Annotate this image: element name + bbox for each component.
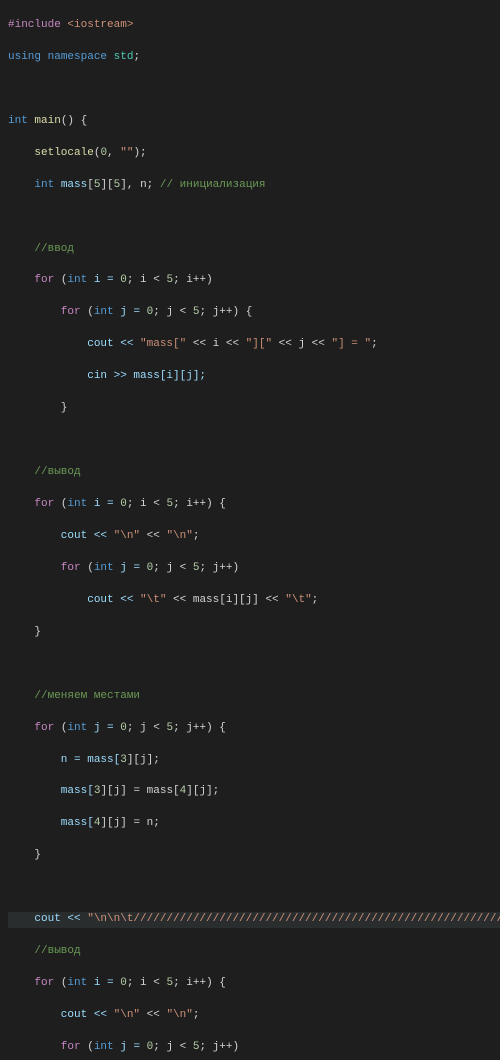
code-line[interactable]: using namespace std; <box>8 50 500 66</box>
code-line[interactable] <box>8 657 500 673</box>
code-line[interactable]: n = mass[3][j]; <box>8 753 500 769</box>
header-path: <iostream> <box>61 19 134 31</box>
code-line[interactable]: } <box>8 848 500 864</box>
code-line[interactable]: cout << "\t" << mass[i][j] << "\t"; <box>8 593 500 609</box>
code-line[interactable]: for (int i = 0; i < 5; i++) <box>8 273 500 289</box>
code-line[interactable] <box>8 82 500 98</box>
code-line[interactable]: for (int j = 0; j < 5; j++) { <box>8 721 500 737</box>
code-editor[interactable]: #include <iostream> using namespace std;… <box>0 0 500 1060</box>
code-line[interactable]: cin >> mass[i][j]; <box>8 369 500 385</box>
code-line[interactable]: int mass[5][5], n; // инициализация <box>8 178 500 194</box>
comment-swap: //меняем местами <box>8 690 140 702</box>
code-line[interactable]: //вывод <box>8 465 500 481</box>
comment-output: //вывод <box>8 466 81 478</box>
code-line[interactable]: } <box>8 401 500 417</box>
code-line[interactable]: cout << "\n" << "\n"; <box>8 1008 500 1024</box>
code-line[interactable]: for (int i = 0; i < 5; i++) { <box>8 976 500 992</box>
code-line[interactable]: //ввод <box>8 242 500 258</box>
code-line[interactable]: //меняем местами <box>8 689 500 705</box>
code-line[interactable]: mass[4][j] = n; <box>8 816 500 832</box>
code-line[interactable]: int main() { <box>8 114 500 130</box>
code-line[interactable]: } <box>8 625 500 641</box>
comment-input: //ввод <box>8 243 74 255</box>
code-line[interactable]: for (int i = 0; i < 5; i++) { <box>8 497 500 513</box>
code-line[interactable]: for (int j = 0; j < 5; j++) <box>8 561 500 577</box>
comment-output2: //вывод <box>8 945 81 957</box>
code-line[interactable]: setlocale(0, ""); <box>8 146 500 162</box>
code-line[interactable] <box>8 433 500 449</box>
code-line[interactable]: cout << "\n" << "\n"; <box>8 529 500 545</box>
code-line[interactable]: cout << "mass[" << i << "][" << j << "] … <box>8 337 500 353</box>
code-line[interactable] <box>8 210 500 226</box>
code-line[interactable]: #include <iostream> <box>8 18 500 34</box>
code-line[interactable]: mass[3][j] = mass[4][j]; <box>8 784 500 800</box>
code-line[interactable]: for (int j = 0; j < 5; j++) { <box>8 305 500 321</box>
preproc-directive: #include <box>8 19 61 31</box>
code-line[interactable] <box>8 880 500 896</box>
code-line[interactable]: //вывод <box>8 944 500 960</box>
code-line[interactable]: for (int j = 0; j < 5; j++) <box>8 1040 500 1056</box>
code-line-highlighted[interactable]: cout << "\n\n\t/////////////////////////… <box>8 912 500 928</box>
